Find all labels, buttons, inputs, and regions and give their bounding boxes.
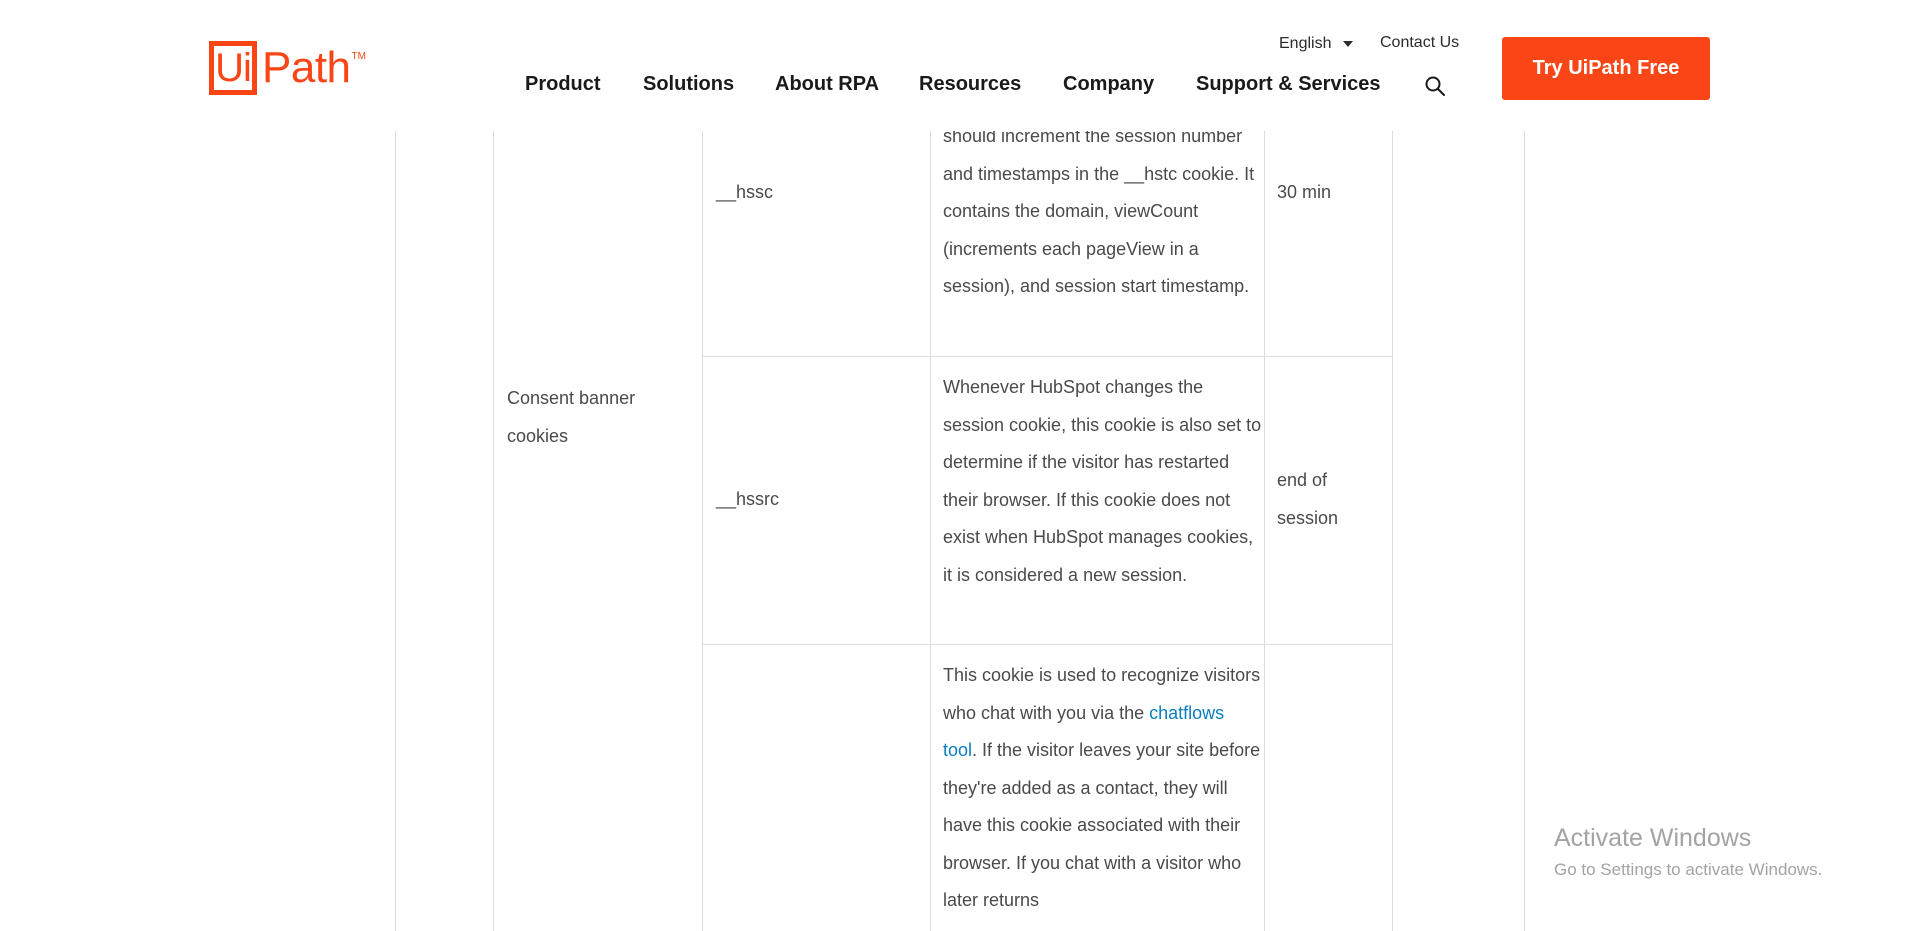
uipath-logo[interactable]: Ui Path TM [209, 41, 366, 101]
row-divider [702, 356, 1393, 357]
nav-product[interactable]: Product [525, 73, 601, 96]
nav-company[interactable]: Company [1063, 73, 1154, 96]
language-label: English [1279, 35, 1332, 52]
try-free-button[interactable]: Try UiPath Free [1502, 37, 1710, 100]
chevron-down-icon [1343, 41, 1354, 47]
table-border-outer-right [1524, 131, 1525, 931]
row-divider [702, 644, 1393, 645]
site-header: Ui Path TM English Contact Us Product So… [0, 0, 1920, 131]
nav-support-services[interactable]: Support & Services [1196, 73, 1381, 96]
description-text: . If the visitor leaves your site before… [943, 740, 1261, 910]
table-border-name-left [702, 131, 703, 931]
logo-trademark: TM [351, 51, 366, 62]
cookie-description: This cookie is used to recognize visitor… [943, 657, 1263, 920]
table-border-expiry-left [1264, 131, 1265, 931]
cookie-expiry: 30 min [1277, 182, 1332, 202]
cookie-description: should increment the session number and … [943, 126, 1255, 296]
nav-solutions[interactable]: Solutions [643, 73, 734, 96]
table-border-outer-left [395, 131, 396, 931]
cookie-category: Consent banner cookies [507, 388, 636, 446]
logo-text: Path [262, 43, 351, 92]
logo-mark: Ui [209, 41, 257, 95]
nav-resources[interactable]: Resources [919, 73, 1021, 96]
contact-us-link[interactable]: Contact Us [1380, 34, 1459, 52]
table-border-expiry-right [1392, 131, 1393, 931]
search-icon[interactable] [1424, 75, 1446, 97]
cookie-name: __hssc [716, 182, 774, 202]
activate-windows-subtitle: Go to Settings to activate Windows. [1554, 860, 1823, 879]
cookie-description: Whenever HubSpot changes the session coo… [943, 377, 1262, 585]
nav-about-rpa[interactable]: About RPA [775, 73, 879, 96]
cookie-name: __hssrc [716, 489, 780, 509]
table-border-desc-left [930, 131, 931, 931]
cookie-expiry: end of session [1277, 470, 1339, 528]
activate-windows-title: Activate Windows [1554, 824, 1752, 852]
language-selector[interactable]: English [1279, 35, 1354, 53]
table-border-category-left [493, 131, 494, 931]
